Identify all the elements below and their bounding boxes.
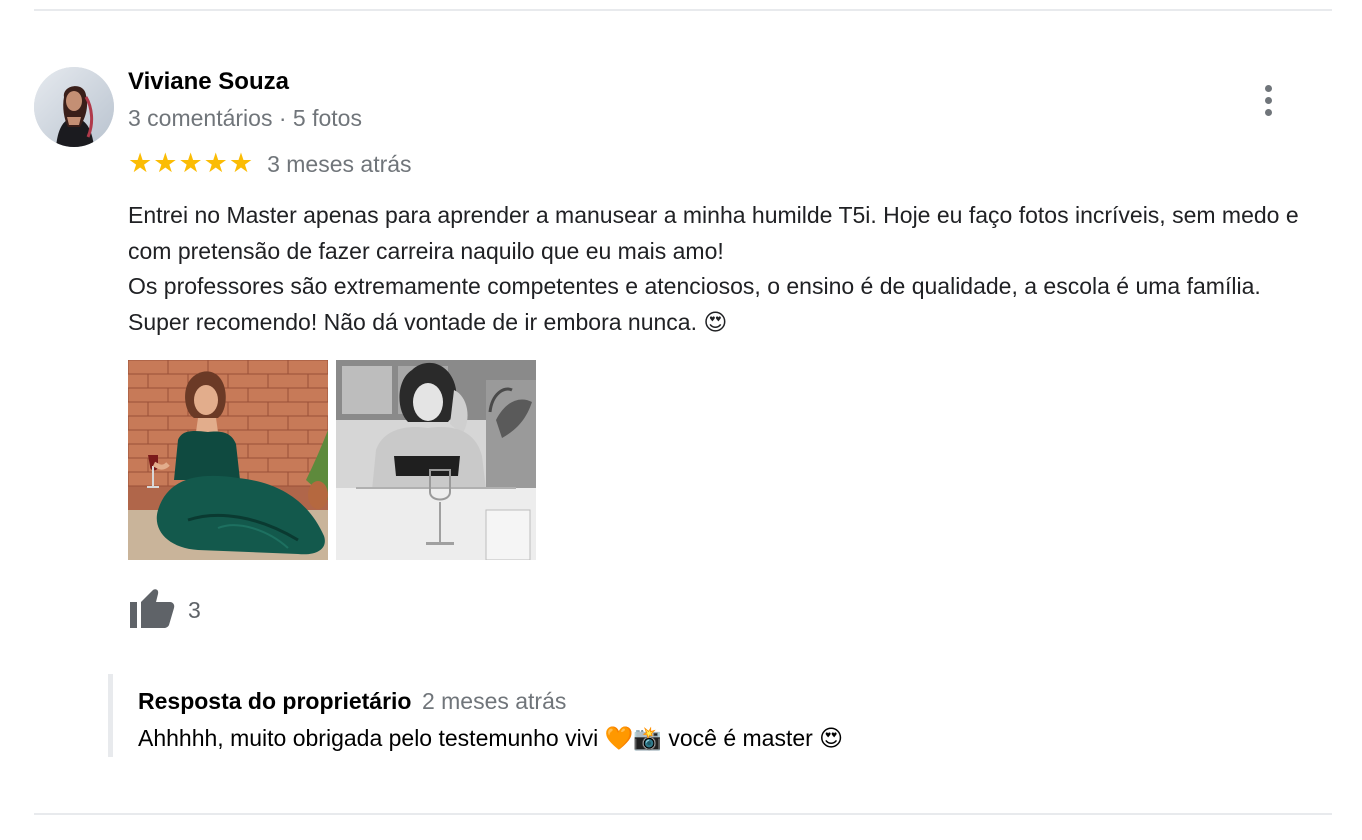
review-photo-1[interactable] — [128, 360, 328, 560]
rating-row: ★ ★ ★ ★ ★ 3 meses atrás — [128, 148, 412, 180]
thumb-up-icon[interactable] — [128, 588, 176, 632]
star-rating: ★ ★ ★ ★ ★ — [128, 149, 253, 179]
more-vert-icon — [1264, 84, 1272, 92]
review-text: Entrei no Master apenas para aprender a … — [128, 198, 1328, 340]
review-text-paragraph-2: Os professores são extremamente competen… — [128, 273, 1261, 335]
owner-reply-text: Ahhhhh, muito obrigada pelo testemunho v… — [138, 725, 844, 751]
owner-reply: Resposta do proprietário 2 meses atrás A… — [108, 674, 1213, 757]
star-icon: ★ — [228, 148, 254, 179]
reviewer-meta: 3 comentários · 5 fotos — [128, 105, 362, 131]
star-icon: ★ — [203, 148, 228, 179]
reviewer-name[interactable]: Viviane Souza — [128, 68, 289, 96]
reviewer-avatar[interactable] — [34, 67, 114, 147]
owner-reply-header: Resposta do proprietário 2 meses atrás — [138, 688, 566, 715]
owner-reply-date: 2 meses atrás — [421, 688, 567, 714]
more-vert-icon-dot — [1264, 96, 1272, 104]
like-row: 3 — [128, 588, 201, 632]
bottom-divider — [34, 813, 1332, 815]
star-icon: ★ — [153, 148, 178, 179]
top-divider — [34, 9, 1332, 11]
more-options-button[interactable] — [1252, 80, 1284, 120]
review-photo-2[interactable] — [336, 360, 536, 560]
review-photos — [128, 360, 536, 560]
more-vert-icon-dot — [1264, 108, 1272, 116]
owner-reply-label: Resposta do proprietário — [138, 688, 412, 714]
star-icon: ★ — [178, 148, 203, 179]
review-text-paragraph-1: Entrei no Master apenas para aprender a … — [128, 202, 1299, 264]
like-count: 3 — [188, 596, 201, 623]
star-icon: ★ — [128, 148, 153, 179]
review-date: 3 meses atrás — [267, 150, 412, 177]
